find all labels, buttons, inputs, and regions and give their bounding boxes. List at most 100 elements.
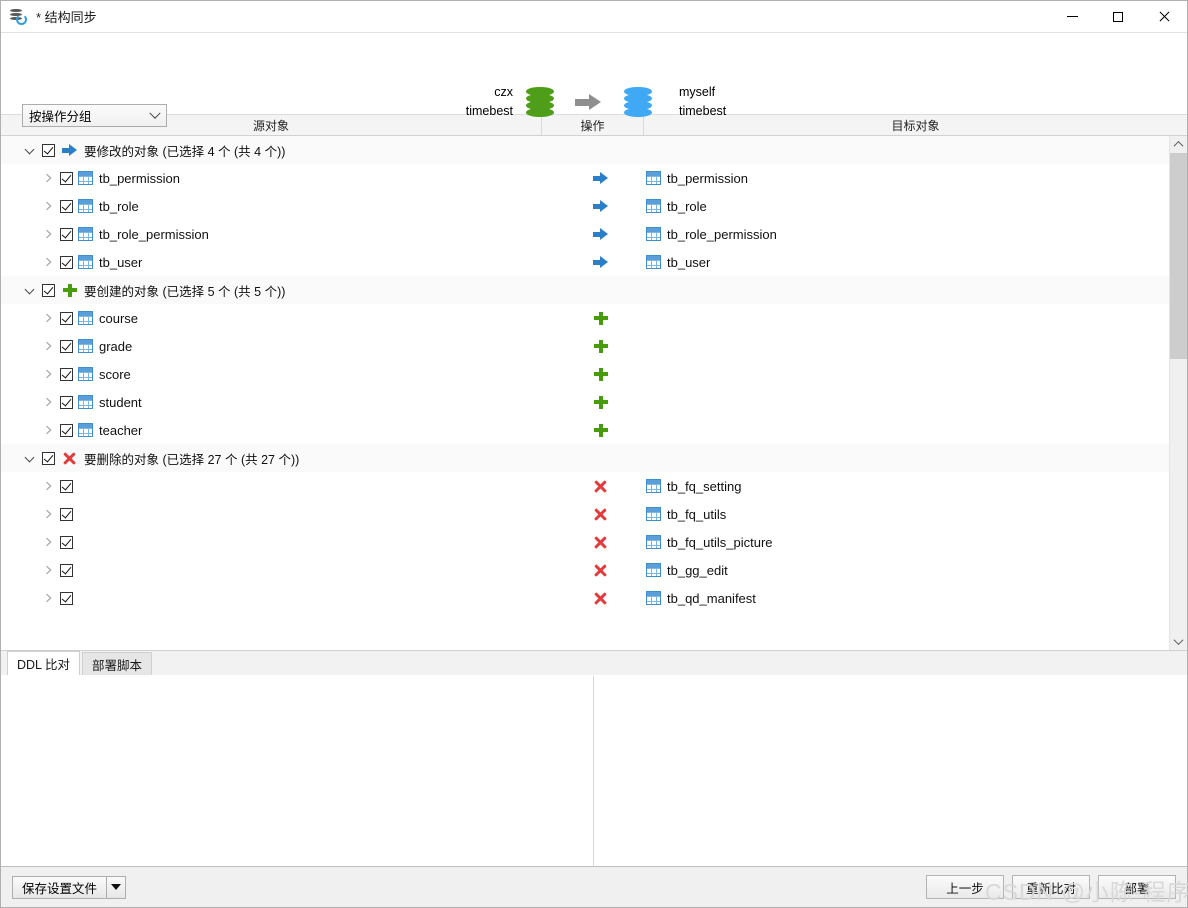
source-object-name: tb_user xyxy=(99,254,143,270)
minimize-button[interactable] xyxy=(1049,1,1095,32)
row-operation-cell xyxy=(586,311,608,326)
chevron-down-icon[interactable] xyxy=(23,284,36,297)
row-operation-cell xyxy=(586,535,608,550)
group-mode-select[interactable]: 按操作分组 xyxy=(22,104,167,127)
tree-vertical-scrollbar[interactable] xyxy=(1169,136,1187,650)
previous-step-button[interactable]: 上一步 xyxy=(926,875,1004,899)
chevron-right-icon[interactable] xyxy=(41,256,54,269)
footer-bar: 保存设置文件 上一步 重新比对 部署 xyxy=(1,866,1187,907)
target-object-name: tb_role_permission xyxy=(667,226,777,242)
plus-icon xyxy=(593,423,608,438)
chevron-right-icon[interactable] xyxy=(41,228,54,241)
row-checkbox[interactable] xyxy=(60,395,73,409)
object-tree[interactable]: 要修改的对象 (已选择 4 个 (共 4 个)) tb_permission tb_… xyxy=(1,136,1169,650)
source-connection-name: czx xyxy=(494,85,513,99)
chevron-right-icon[interactable] xyxy=(41,396,54,409)
sync-direction-arrow-icon xyxy=(575,94,603,110)
row-checkbox[interactable] xyxy=(60,199,73,213)
target-object-name: tb_user xyxy=(667,254,711,270)
chevron-right-icon[interactable] xyxy=(41,592,54,605)
chevron-right-icon[interactable] xyxy=(41,564,54,577)
chevron-right-icon[interactable] xyxy=(41,536,54,549)
chevron-down-icon[interactable] xyxy=(23,452,36,465)
save-settings-button[interactable]: 保存设置文件 xyxy=(12,875,107,899)
chevron-right-icon[interactable] xyxy=(41,480,54,493)
tree-row[interactable]: grade xyxy=(1,332,1169,360)
tree-row[interactable]: tb_role_permission tb_role_permission xyxy=(1,220,1169,248)
tree-row[interactable]: tb_gg_edit xyxy=(1,556,1169,584)
source-object-name: tb_role xyxy=(99,198,139,214)
table-icon xyxy=(646,591,661,605)
window-title: * 结构同步 xyxy=(36,10,97,25)
chevron-down-icon xyxy=(149,107,161,119)
row-operation-cell xyxy=(586,591,608,606)
ddl-source-pane[interactable] xyxy=(1,676,594,866)
row-operation-cell xyxy=(586,255,608,270)
save-settings-split-button[interactable]: 保存设置文件 xyxy=(12,875,127,899)
tree-row[interactable]: teacher xyxy=(1,416,1169,444)
row-target-cell: tb_role_permission xyxy=(646,227,777,242)
tree-row[interactable]: course xyxy=(1,304,1169,332)
row-operation-cell xyxy=(586,339,608,354)
ddl-target-pane[interactable] xyxy=(594,676,1187,866)
row-checkbox[interactable] xyxy=(60,591,73,605)
tree-row[interactable]: tb_user tb_user xyxy=(1,248,1169,276)
scroll-down-button[interactable] xyxy=(1170,633,1187,650)
row-checkbox[interactable] xyxy=(60,507,73,521)
tree-area: 要修改的对象 (已选择 4 个 (共 4 个)) tb_permission tb_… xyxy=(1,136,1187,650)
chevron-down-icon[interactable] xyxy=(23,144,36,157)
chevron-right-icon[interactable] xyxy=(41,424,54,437)
row-checkbox[interactable] xyxy=(60,311,73,325)
chevron-right-icon[interactable] xyxy=(41,172,54,185)
row-checkbox[interactable] xyxy=(60,479,73,493)
row-checkbox[interactable] xyxy=(60,227,73,241)
chevron-right-icon[interactable] xyxy=(41,340,54,353)
row-checkbox[interactable] xyxy=(60,339,73,353)
maximize-button[interactable] xyxy=(1095,1,1141,32)
chevron-right-icon[interactable] xyxy=(41,368,54,381)
table-icon xyxy=(78,227,93,241)
scrollbar-thumb[interactable] xyxy=(1170,153,1187,359)
row-checkbox[interactable] xyxy=(60,563,73,577)
bottom-tab-strip[interactable]: DDL 比对 部署脚本 xyxy=(1,650,1187,675)
arrow-right-icon xyxy=(593,171,608,186)
tab-0[interactable]: DDL 比对 xyxy=(7,651,81,675)
tree-row[interactable]: tb_fq_setting xyxy=(1,472,1169,500)
chevron-right-icon[interactable] xyxy=(41,508,54,521)
row-checkbox[interactable] xyxy=(60,535,73,549)
tree-row[interactable]: tb_role tb_role xyxy=(1,192,1169,220)
group-checkbox[interactable] xyxy=(42,283,55,297)
cross-icon xyxy=(593,479,608,494)
scroll-up-button[interactable] xyxy=(1170,136,1187,153)
row-checkbox[interactable] xyxy=(60,171,73,185)
target-object-name: tb_fq_setting xyxy=(667,478,742,494)
row-operation-cell xyxy=(586,367,608,382)
deploy-button[interactable]: 部署 xyxy=(1098,875,1176,899)
tree-group-row[interactable]: 要修改的对象 (已选择 4 个 (共 4 个)) xyxy=(1,136,1169,164)
tree-group-row[interactable]: 要创建的对象 (已选择 5 个 (共 5 个)) xyxy=(1,276,1169,304)
row-checkbox[interactable] xyxy=(60,255,73,269)
target-object-name: tb_qd_manifest xyxy=(667,590,756,606)
tree-row[interactable]: tb_fq_utils_picture xyxy=(1,528,1169,556)
table-icon xyxy=(78,311,93,325)
tab-1[interactable]: 部署脚本 xyxy=(82,652,153,675)
row-target-cell: tb_role xyxy=(646,199,707,214)
group-mode-value: 按操作分组 xyxy=(29,110,92,124)
save-settings-dropdown-arrow-icon[interactable] xyxy=(106,875,127,899)
tree-row[interactable]: tb_fq_utils xyxy=(1,500,1169,528)
tree-group-row[interactable]: 要删除的对象 (已选择 27 个 (共 27 个)) xyxy=(1,444,1169,472)
row-operation-cell xyxy=(586,395,608,410)
tree-row[interactable]: student xyxy=(1,388,1169,416)
group-checkbox[interactable] xyxy=(42,143,55,157)
row-checkbox[interactable] xyxy=(60,367,73,381)
row-checkbox[interactable] xyxy=(60,423,73,437)
recompare-button[interactable]: 重新比对 xyxy=(1012,875,1090,899)
row-operation-cell xyxy=(586,227,608,242)
group-checkbox[interactable] xyxy=(42,451,55,465)
close-button[interactable] xyxy=(1141,1,1187,32)
chevron-right-icon[interactable] xyxy=(41,200,54,213)
tree-row[interactable]: tb_qd_manifest xyxy=(1,584,1169,612)
chevron-right-icon[interactable] xyxy=(41,312,54,325)
tree-row[interactable]: score xyxy=(1,360,1169,388)
tree-row[interactable]: tb_permission tb_permission xyxy=(1,164,1169,192)
